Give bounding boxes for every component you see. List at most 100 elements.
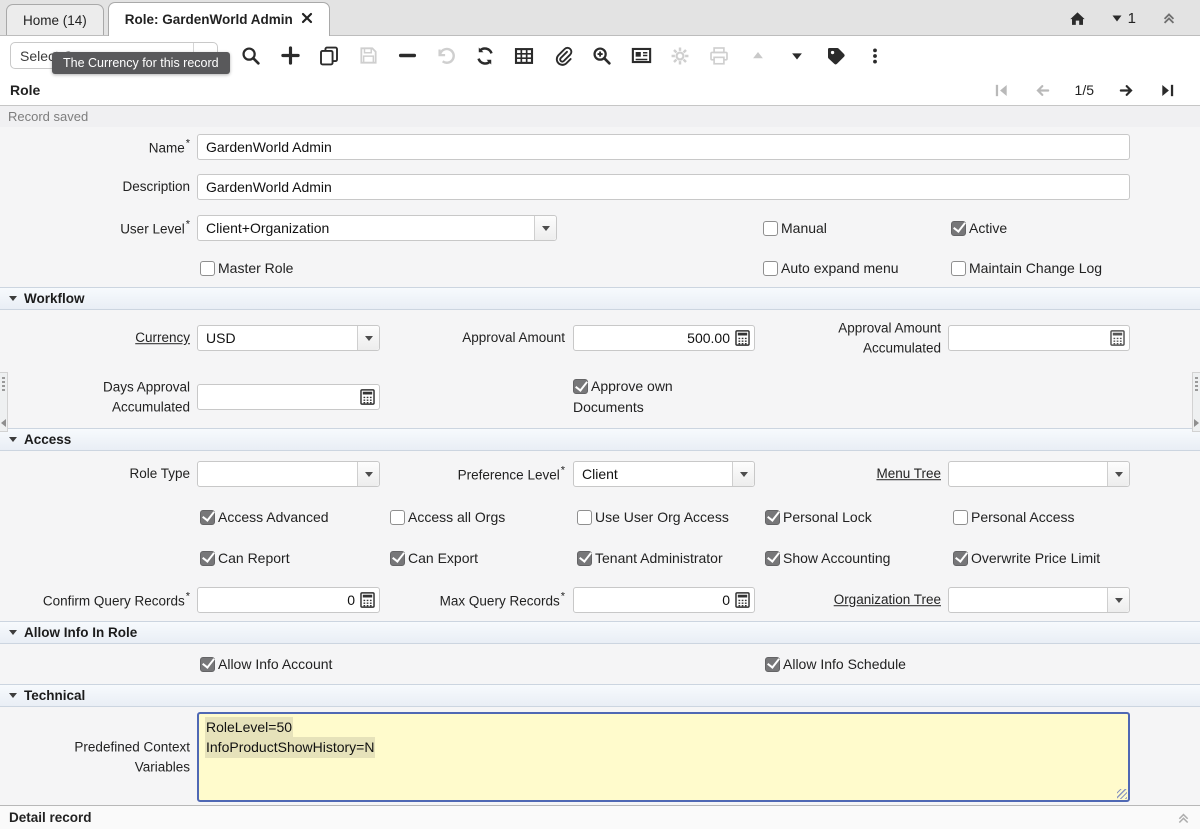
section-header-workflow[interactable]: Workflow [0, 287, 1200, 310]
use-user-org-access-checkbox[interactable]: Use User Org Access [577, 509, 729, 525]
days-approval-accumulated-input[interactable] [197, 384, 380, 410]
report-icon[interactable] [630, 45, 652, 67]
resize-handle[interactable] [1117, 789, 1127, 799]
currency-label-link[interactable]: Currency [135, 330, 190, 345]
process-gear-icon[interactable] [669, 45, 691, 67]
description-input[interactable]: GardenWorld Admin [197, 174, 1130, 200]
menu-tree-label-link[interactable]: Menu Tree [876, 466, 941, 481]
can-report-checkbox[interactable]: Can Report [200, 550, 290, 566]
approval-amount-input[interactable]: 500.00 [573, 325, 755, 351]
row-description: Description GardenWorld Admin [0, 167, 1200, 207]
tab-role-label: Role: GardenWorld Admin [125, 12, 293, 27]
calculator-icon[interactable] [359, 590, 376, 610]
expand-detail-icon[interactable] [1176, 810, 1191, 825]
collapse-icon[interactable] [747, 45, 769, 67]
tenant-administrator-checkbox[interactable]: Tenant Administrator [577, 550, 723, 566]
copy-record-icon[interactable] [318, 45, 340, 67]
can-export-checkbox[interactable]: Can Export [390, 550, 478, 566]
home-icon[interactable] [1067, 7, 1089, 29]
overwrite-price-limit-checkbox[interactable]: Overwrite Price Limit [953, 550, 1100, 566]
more-options-icon[interactable] [864, 45, 886, 67]
save-icon[interactable] [357, 45, 379, 67]
section-header-allow-info[interactable]: Allow Info In Role [0, 621, 1200, 644]
manual-checkbox[interactable]: Manual [763, 220, 827, 236]
section-title: Workflow [24, 291, 85, 306]
row-allow-info: Allow Info Account Allow Info Schedule [0, 644, 1200, 684]
toggle-grid-icon[interactable] [513, 45, 535, 67]
checkbox-icon [763, 261, 778, 276]
organization-tree-dropdown-button[interactable] [1107, 588, 1129, 612]
currency-combobox[interactable]: USD [197, 325, 380, 351]
master-role-checkbox[interactable]: Master Role [200, 260, 293, 276]
collapse-east-icon[interactable] [1194, 419, 1199, 427]
calculator-icon[interactable] [1109, 328, 1126, 348]
allow-info-account-checkbox[interactable]: Allow Info Account [200, 656, 332, 672]
splitter-grip[interactable] [2, 377, 5, 391]
first-record-icon[interactable] [993, 82, 1010, 99]
tabbar-right-controls: 1 [1067, 7, 1194, 35]
auto-expand-menu-checkbox[interactable]: Auto expand menu [763, 260, 899, 276]
organization-tree-combobox[interactable] [948, 587, 1130, 613]
delete-record-icon[interactable] [396, 45, 418, 67]
tab-role-active[interactable]: Role: GardenWorld Admin [108, 2, 330, 36]
user-level-dropdown-button[interactable] [534, 216, 556, 240]
predefined-context-variables-textarea[interactable]: RoleLevel=50 InfoProductShowHistory=N [197, 712, 1130, 802]
expand-icon[interactable] [786, 45, 808, 67]
last-record-icon[interactable] [1159, 82, 1176, 99]
west-panel-splitter[interactable] [0, 372, 8, 432]
detail-record-bar[interactable]: Detail record [0, 805, 1200, 829]
calculator-icon[interactable] [359, 387, 376, 407]
name-input[interactable]: GardenWorld Admin [197, 134, 1130, 160]
menu-tree-dropdown-button[interactable] [1107, 462, 1129, 486]
row-predefined-context: Predefined Context Variables RoleLevel=5… [0, 707, 1200, 805]
splitter-grip[interactable] [1195, 377, 1198, 391]
preference-level-combobox[interactable]: Client [573, 461, 755, 487]
approval-amount-label: Approval Amount [462, 330, 565, 345]
menu-tree-combobox[interactable] [948, 461, 1130, 487]
section-header-technical[interactable]: Technical [0, 684, 1200, 707]
role-type-combobox[interactable] [197, 461, 380, 487]
checkbox-icon [953, 510, 968, 525]
find-record-icon[interactable] [240, 45, 262, 67]
collapse-west-icon[interactable] [1, 419, 6, 427]
days-approval-accumulated-label: Days Approval [0, 377, 190, 397]
row-access-checkboxes-1: Access Advanced Access all Orgs Use User… [0, 497, 1200, 537]
label-tag-icon[interactable] [825, 45, 847, 67]
personal-access-checkbox[interactable]: Personal Access [953, 509, 1075, 525]
max-query-records-input[interactable]: 0 [573, 587, 755, 613]
attachment-icon[interactable] [552, 45, 574, 67]
access-advanced-checkbox[interactable]: Access Advanced [200, 509, 329, 525]
approve-own-documents-checkbox[interactable]: Approve own Documents [573, 376, 673, 418]
allow-info-schedule-checkbox[interactable]: Allow Info Schedule [765, 656, 906, 672]
tab-home[interactable]: Home (14) [6, 4, 104, 35]
east-panel-splitter[interactable] [1192, 372, 1200, 432]
collapse-header-icon[interactable] [1158, 7, 1180, 29]
checkbox-icon [765, 551, 780, 566]
refresh-icon[interactable] [474, 45, 496, 67]
user-level-combobox[interactable]: Client+Organization [197, 215, 557, 241]
role-type-dropdown-button[interactable] [357, 462, 379, 486]
zoom-across-icon[interactable] [591, 45, 613, 67]
row-master-role: Master Role Auto expand menu Maintain Ch… [0, 249, 1200, 287]
checkbox-icon [765, 510, 780, 525]
personal-lock-checkbox[interactable]: Personal Lock [765, 509, 872, 525]
previous-record-icon[interactable] [1034, 82, 1051, 99]
next-record-icon[interactable] [1118, 82, 1135, 99]
new-record-icon[interactable] [279, 45, 301, 67]
undo-icon[interactable] [435, 45, 457, 67]
window-record-indicator[interactable]: 1 [1111, 10, 1136, 27]
organization-tree-label-link[interactable]: Organization Tree [834, 592, 941, 607]
close-tab-icon[interactable] [301, 12, 313, 27]
print-icon[interactable] [708, 45, 730, 67]
show-accounting-checkbox[interactable]: Show Accounting [765, 550, 890, 566]
tab-home-label: Home (14) [23, 13, 87, 28]
active-checkbox[interactable]: Active [951, 220, 1007, 236]
confirm-query-records-input[interactable]: 0 [197, 587, 380, 613]
confirm-query-records-label: Confirm Query Records [43, 593, 190, 608]
maintain-change-log-checkbox[interactable]: Maintain Change Log [951, 260, 1102, 276]
currency-dropdown-button[interactable] [357, 326, 379, 350]
approval-amount-accumulated-input[interactable] [948, 325, 1130, 351]
access-all-orgs-checkbox[interactable]: Access all Orgs [390, 509, 505, 525]
checkbox-icon [200, 510, 215, 525]
section-header-access[interactable]: Access [0, 428, 1200, 451]
